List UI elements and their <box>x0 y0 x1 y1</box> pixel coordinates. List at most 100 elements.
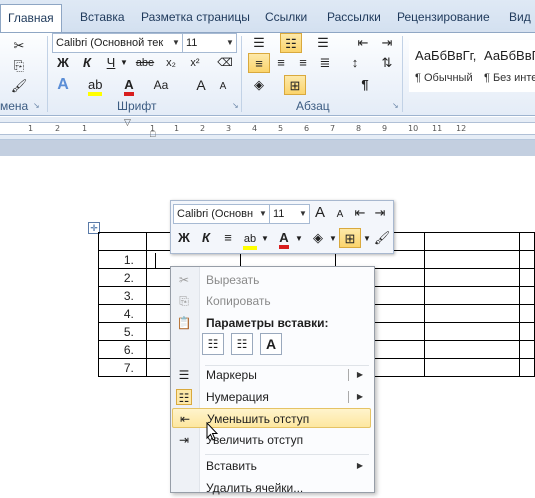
sort-icon[interactable]: ⇅ <box>376 53 398 73</box>
menu-item-insert[interactable]: Вставить ▶ <box>172 456 371 476</box>
tab-review[interactable]: Рецензирование <box>390 6 497 28</box>
table-cell[interactable] <box>424 286 520 305</box>
change-case-button[interactable]: Aa <box>150 75 172 95</box>
menu-item-decrease-indent[interactable]: ⇤ Уменьшить отступ <box>172 408 371 428</box>
menu-item-delete-cells[interactable]: Удалить ячейки... <box>172 478 371 498</box>
align-right-icon[interactable]: ≡ <box>292 53 314 73</box>
table-cell[interactable]: 3. <box>98 286 147 305</box>
mini-font-size-combo[interactable]: 11 ▼ <box>269 204 310 224</box>
mini-center-button[interactable]: ≡ <box>217 228 239 248</box>
tab-references[interactable]: Ссылки <box>258 6 314 28</box>
table-cell[interactable] <box>98 232 147 251</box>
dialog-launcher-icon[interactable]: ↘ <box>392 101 399 110</box>
table-cell[interactable] <box>518 322 535 341</box>
tab-mailings[interactable]: Рассылки <box>320 6 388 28</box>
table-cell[interactable] <box>518 358 535 377</box>
table-cell[interactable]: 7. <box>98 358 147 377</box>
italic-button[interactable]: К <box>76 53 98 73</box>
dialog-launcher-icon[interactable]: ↘ <box>33 101 40 110</box>
table-cell[interactable] <box>518 340 535 359</box>
menu-item-cut[interactable]: ✂ Вырезать <box>172 270 371 290</box>
mini-font-color-button[interactable]: A <box>273 228 295 249</box>
shrink-font-button[interactable]: A <box>212 77 234 97</box>
font-name-combo[interactable]: Calibri (Основной тек ▼ <box>52 33 183 53</box>
paste-keep-formatting-icon[interactable]: ☷ <box>202 333 224 355</box>
menu-item-bullets[interactable]: ☰ Маркеры ▶ <box>172 365 371 385</box>
format-painter-icon[interactable]: 🖌 <box>8 76 30 96</box>
decrease-indent-icon[interactable]: ⇤ <box>349 203 371 223</box>
table-cell[interactable]: 2. <box>98 268 147 287</box>
clear-formatting-icon[interactable]: ⌫ <box>214 53 236 73</box>
borders-icon[interactable]: ⊞ <box>339 228 361 248</box>
grow-font-button[interactable]: A <box>190 75 212 95</box>
shading-icon[interactable]: ◈ <box>307 228 329 248</box>
table-cell[interactable]: 4. <box>98 304 147 323</box>
align-left-icon[interactable]: ≡ <box>248 53 270 73</box>
menu-item-increase-indent[interactable]: ⇥ Увеличить отступ <box>172 430 371 450</box>
shading-icon[interactable]: ◈ <box>248 75 270 95</box>
subscript-button[interactable]: x₂ <box>160 53 182 73</box>
chevron-down-icon[interactable]: ▼ <box>295 234 303 243</box>
justify-icon[interactable]: ≣ <box>314 53 336 73</box>
bullets-icon[interactable]: ☰ <box>248 33 270 53</box>
dialog-launcher-icon[interactable]: ↘ <box>232 101 239 110</box>
mini-font-name-combo[interactable]: Calibri (Основн ▼ <box>173 204 270 224</box>
mini-bold-button[interactable]: Ж <box>173 228 195 248</box>
shrink-font-icon[interactable]: A <box>329 205 351 225</box>
table-cell[interactable]: 6. <box>98 340 147 359</box>
left-indent-marker-icon[interactable]: □ <box>150 129 155 139</box>
line-spacing-icon[interactable]: ↕ <box>344 53 366 73</box>
increase-indent-icon[interactable]: ⇥ <box>369 203 391 223</box>
increase-indent-icon[interactable]: ⇥ <box>376 33 398 53</box>
mini-italic-button[interactable]: К <box>195 228 217 248</box>
chevron-down-icon[interactable]: ▼ <box>224 34 236 52</box>
tab-page-layout[interactable]: Разметка страницы <box>134 6 257 28</box>
indent-marker-icon[interactable]: ▽ <box>124 117 131 128</box>
chevron-down-icon[interactable]: ▼ <box>120 58 128 67</box>
table-cell[interactable] <box>424 304 520 323</box>
style-no-spacing[interactable]: АаБбВвГг ¶ Без инте <box>478 40 535 92</box>
table-cell[interactable] <box>424 322 520 341</box>
superscript-button[interactable]: x² <box>184 53 206 73</box>
table-cell[interactable] <box>518 250 535 269</box>
table-cell[interactable] <box>518 268 535 287</box>
highlight-icon[interactable]: ab <box>239 228 261 250</box>
menu-item-numbering[interactable]: ☷ Нумерация ▶ <box>172 387 371 407</box>
chevron-down-icon[interactable]: ▼ <box>257 205 269 223</box>
underline-button[interactable]: Ч <box>100 53 122 73</box>
show-formatting-button[interactable]: ¶ <box>354 75 376 95</box>
tab-home[interactable]: Главная <box>0 4 62 33</box>
copy-icon[interactable]: ⎘ <box>8 56 30 76</box>
table-cell[interactable] <box>424 340 520 359</box>
paste-merge-formatting-icon[interactable]: ☷ <box>231 333 253 355</box>
table-cell[interactable] <box>424 268 520 287</box>
chevron-down-icon[interactable]: ▼ <box>261 234 269 243</box>
format-painter-icon[interactable]: 🖌 <box>371 228 393 248</box>
text-effects-icon[interactable]: A <box>52 75 74 95</box>
chevron-down-icon[interactable]: ▼ <box>363 234 371 243</box>
table-cell[interactable] <box>518 232 535 251</box>
table-cell[interactable] <box>424 232 520 251</box>
table-cell[interactable] <box>424 358 520 377</box>
table-cell[interactable] <box>424 250 520 269</box>
highlight-icon[interactable]: ab <box>84 75 106 96</box>
chevron-down-icon[interactable]: ▼ <box>297 205 309 223</box>
tab-view[interactable]: Вид <box>502 6 535 28</box>
table-cell[interactable]: 5. <box>98 322 147 341</box>
font-size-combo[interactable]: 11 ▼ <box>182 33 237 53</box>
chevron-down-icon[interactable]: ▼ <box>170 34 182 52</box>
chevron-down-icon[interactable]: ▼ <box>329 234 337 243</box>
cut-icon[interactable]: ✂ <box>8 36 30 56</box>
bold-button[interactable]: Ж <box>52 53 74 73</box>
strikethrough-button[interactable]: abe <box>134 53 156 73</box>
grow-font-icon[interactable]: A <box>309 203 331 223</box>
horizontal-ruler[interactable]: 1 2 1 1 1 2 3 4 5 6 7 8 9 10 11 12 ▽ □ <box>0 117 535 140</box>
table-cell[interactable] <box>518 286 535 305</box>
font-color-button[interactable]: A <box>118 75 140 96</box>
multilevel-list-icon[interactable]: ☰ <box>312 33 334 53</box>
numbering-icon[interactable]: ☷ <box>280 33 302 53</box>
table-cell[interactable] <box>518 304 535 323</box>
align-center-icon[interactable]: ≡ <box>270 53 292 73</box>
tab-insert[interactable]: Вставка <box>73 6 132 28</box>
table-cell[interactable]: 1. <box>98 250 147 269</box>
